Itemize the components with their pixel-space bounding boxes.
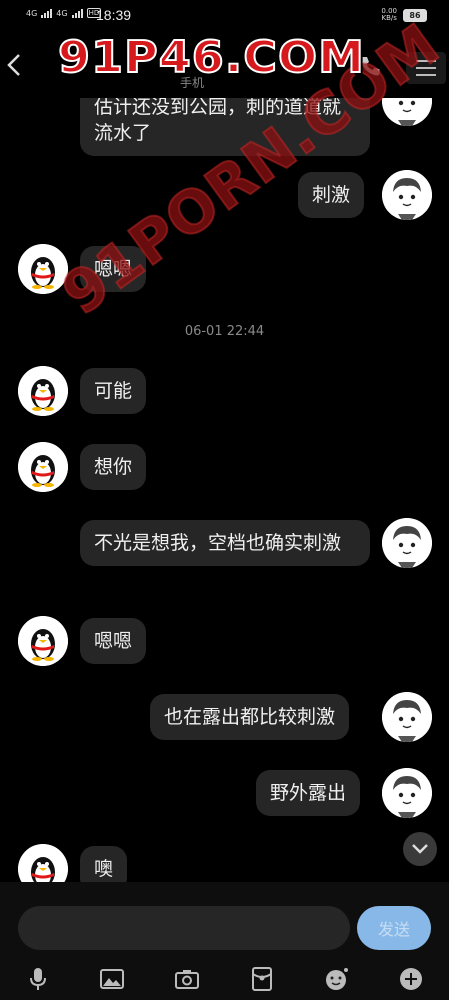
cartoon-boy-avatar[interactable] xyxy=(382,518,432,568)
message-row: 噢 xyxy=(80,846,128,882)
message-bubble[interactable]: 刺激 xyxy=(298,172,365,218)
network-indicators: 4G 4G HD xyxy=(26,8,102,18)
cartoon-boy-face xyxy=(382,768,432,818)
signal-icon xyxy=(71,8,83,18)
scroll-to-bottom-button[interactable] xyxy=(403,832,437,866)
message-timestamp: 06-01 22:44 xyxy=(184,324,265,339)
message-input[interactable] xyxy=(18,906,350,950)
message-row: 嗯嗯 xyxy=(80,618,147,664)
qq-penguin-avatar[interactable] xyxy=(18,616,68,666)
message-row: 想你 xyxy=(80,444,147,490)
network-type-1: 4G xyxy=(26,8,38,18)
message-row: 不光是想我，空档也确实刺激 xyxy=(80,520,370,566)
input-toolbar xyxy=(0,962,449,996)
chevron-down-icon xyxy=(412,844,428,854)
camera-button[interactable] xyxy=(173,966,201,992)
voice-button[interactable] xyxy=(24,966,52,992)
message-bubble[interactable]: 野外露出 xyxy=(256,770,361,816)
red-packet-icon xyxy=(252,967,272,991)
watermark-logo: 91P46.COM xyxy=(57,30,365,83)
qq-penguin-avatar[interactable] xyxy=(18,844,68,882)
emoji-icon xyxy=(326,968,348,990)
cartoon-boy-face xyxy=(382,170,432,220)
message-bubble[interactable]: 想你 xyxy=(80,444,147,490)
signal-icon xyxy=(41,8,53,18)
network-type-2: 4G xyxy=(56,8,68,18)
send-button[interactable]: 发送 xyxy=(357,906,431,950)
cartoon-boy-face xyxy=(382,518,432,568)
plus-icon xyxy=(400,968,422,990)
emoji-button[interactable] xyxy=(323,966,351,992)
message-bubble[interactable]: 可能 xyxy=(80,368,147,414)
cartoon-boy-avatar[interactable] xyxy=(382,692,432,742)
image-button[interactable] xyxy=(98,966,126,992)
camera-icon xyxy=(175,970,199,989)
message-row: 也在露出都比较刺激 xyxy=(150,694,350,740)
penguin-icon xyxy=(18,366,68,416)
message-bubble[interactable]: 不光是想我，空档也确实刺激 xyxy=(80,520,370,566)
cartoon-boy-avatar[interactable] xyxy=(382,170,432,220)
chevron-left-icon xyxy=(7,54,20,76)
message-bubble[interactable]: 也在露出都比较刺激 xyxy=(150,694,350,740)
network-speed: 0.00 KB/s xyxy=(381,8,397,22)
message-bubble[interactable]: 嗯嗯 xyxy=(80,618,147,664)
microphone-icon xyxy=(30,968,46,990)
qq-penguin-avatar[interactable] xyxy=(18,366,68,416)
qq-penguin-avatar[interactable] xyxy=(18,442,68,492)
penguin-icon xyxy=(18,442,68,492)
input-bar: 发送 xyxy=(0,882,449,1000)
message-bubble[interactable]: 噢 xyxy=(80,846,128,882)
status-bar: 4G 4G HD 18:39 0.00 KB/s 86 xyxy=(0,0,449,34)
back-button[interactable] xyxy=(6,52,26,80)
penguin-icon xyxy=(18,616,68,666)
image-icon xyxy=(100,969,124,989)
red-packet-button[interactable] xyxy=(248,966,276,992)
message-row: 野外露出 xyxy=(256,770,361,816)
cartoon-boy-avatar[interactable] xyxy=(382,768,432,818)
cartoon-boy-face xyxy=(382,692,432,742)
message-row: 可能 xyxy=(80,368,147,414)
clock: 18:39 xyxy=(96,7,132,23)
more-button[interactable] xyxy=(397,966,425,992)
message-row: 刺激 xyxy=(298,172,365,218)
penguin-icon xyxy=(18,844,68,882)
